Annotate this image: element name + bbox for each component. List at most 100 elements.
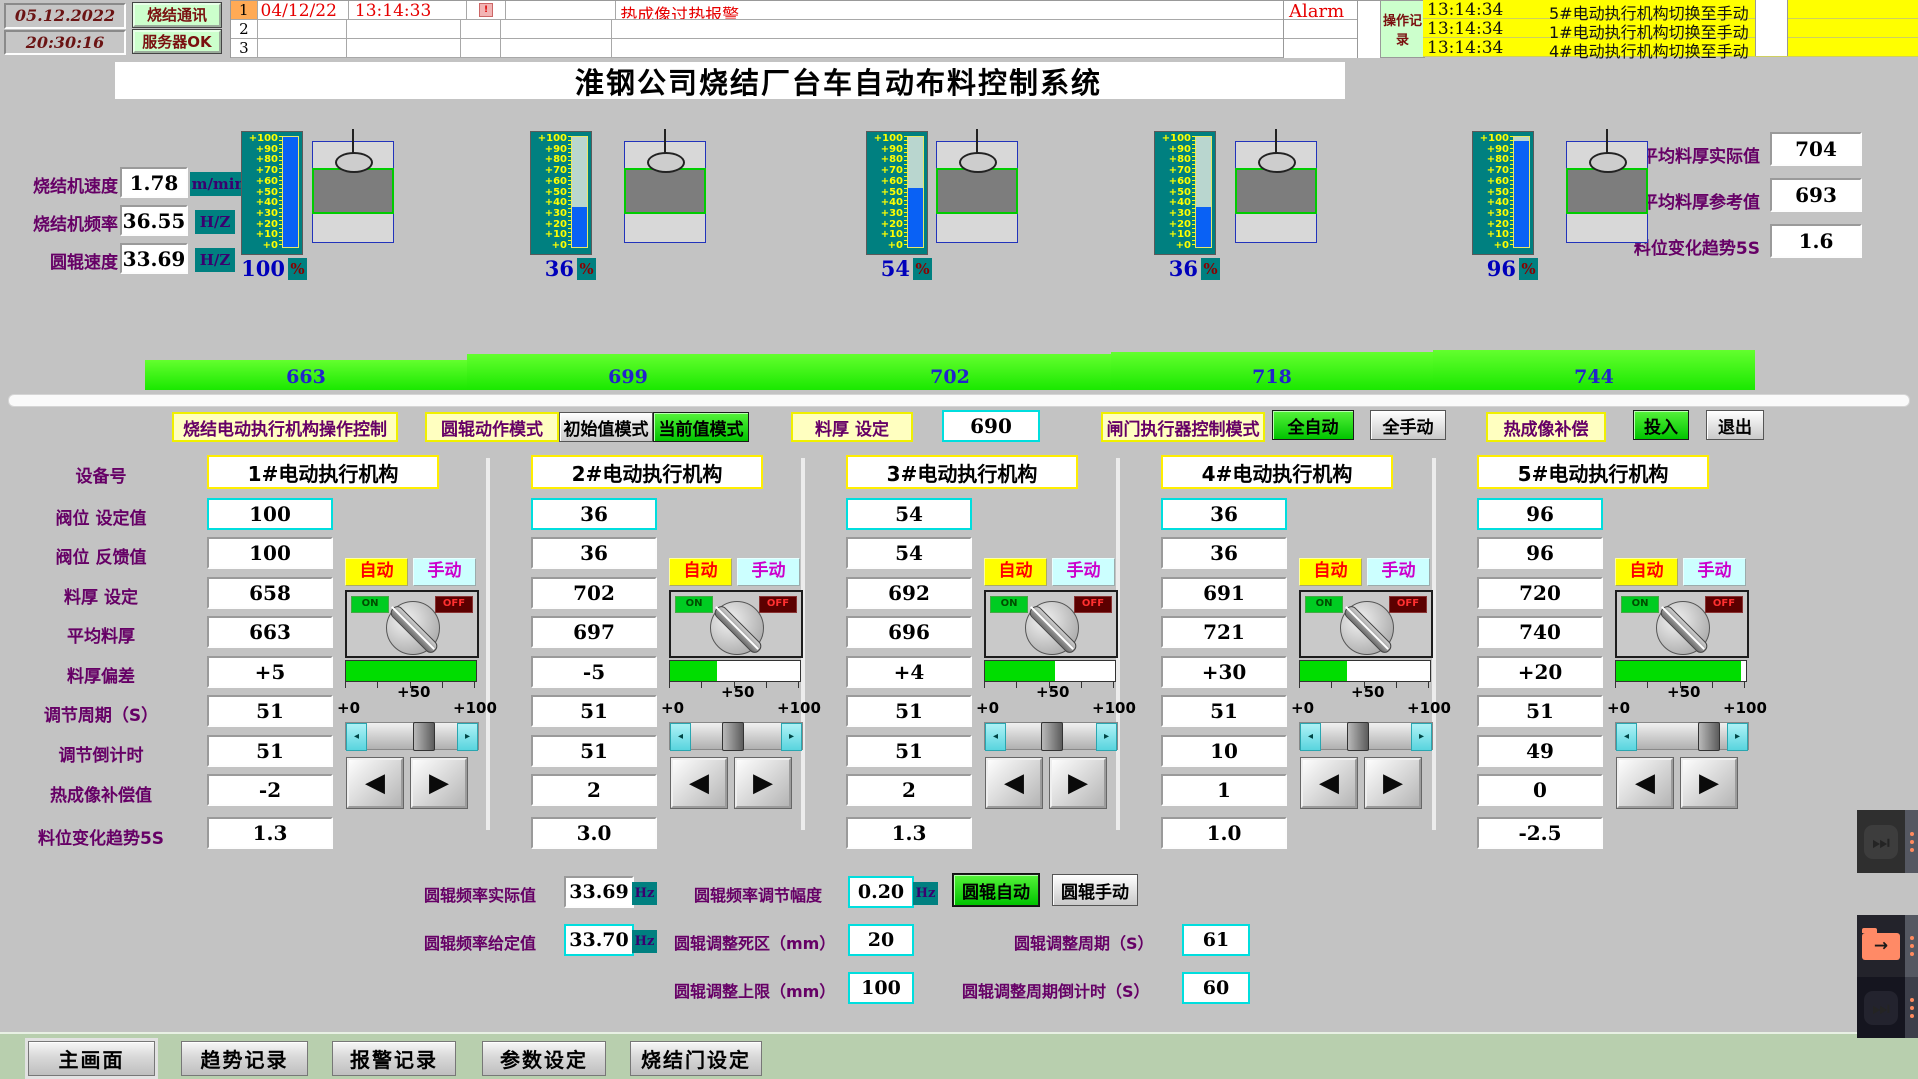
knob-icon[interactable] [386, 601, 440, 655]
full-auto-button[interactable]: 全自动 [1272, 410, 1354, 440]
device-column-3: 3#电动执行机构 54 54 692 696 +4 51 51 2 1.3 自动… [804, 452, 1119, 857]
roller-freq-set-input[interactable]: 33.70 [564, 924, 634, 956]
slider-left-arrow-icon[interactable]: ◂ [346, 723, 367, 751]
valve-slider[interactable]: ◂ ▸ [345, 722, 479, 750]
valve-slider[interactable]: ◂ ▸ [1615, 722, 1749, 750]
rotary-switch[interactable]: ON OFF [345, 590, 479, 658]
roller-freq-step-input[interactable]: 0.20 [848, 876, 914, 908]
valve-percent-5: 96 [1472, 256, 1516, 281]
hz-unit: Hz [632, 930, 657, 953]
auto-mode-button[interactable]: 自动 [345, 558, 408, 586]
nav-gate-setting-button[interactable]: 烧结门设定 [630, 1041, 762, 1076]
slider-left-arrow-icon[interactable]: ◂ [1616, 723, 1637, 751]
auto-mode-button[interactable]: 自动 [984, 558, 1047, 586]
knob-icon[interactable] [1656, 601, 1710, 655]
sinter-comm-button[interactable]: 烧结通讯 [133, 3, 221, 27]
slider-right-arrow-icon[interactable]: ▸ [1096, 723, 1117, 751]
full-manual-button[interactable]: 全手动 [1370, 410, 1446, 440]
valve-set-input[interactable]: 36 [1161, 498, 1287, 530]
roller-cycle-input[interactable]: 61 [1182, 924, 1250, 956]
init-mode-button[interactable]: 初始值模式 [559, 412, 653, 442]
drag-dots-icon[interactable] [1905, 977, 1918, 1038]
overlay-app-icon-top[interactable]: ⏭ [1857, 810, 1918, 873]
valve-feedback-value: 36 [1161, 537, 1287, 569]
manual-mode-button[interactable]: 手动 [1367, 558, 1430, 586]
overlay-app-icon-bottom[interactable]: ⏭ [1857, 977, 1918, 1038]
op-log-time: 13:14:34 [1423, 0, 1549, 18]
op-log-row[interactable]: 13:14:34 4#电动执行机构切换至手动 [1423, 38, 1918, 57]
rotary-switch[interactable]: ON OFF [1299, 590, 1433, 658]
step-close-button[interactable]: ◀ [671, 758, 727, 808]
server-ok-button[interactable]: 服务器OK [133, 30, 221, 53]
auto-mode-button[interactable]: 自动 [1299, 558, 1362, 586]
nav-trend-log-button[interactable]: 趋势记录 [181, 1041, 308, 1076]
knob-icon[interactable] [710, 601, 764, 655]
op-log-row[interactable]: 13:14:34 5#电动执行机构切换至手动 [1423, 0, 1918, 19]
slider-right-arrow-icon[interactable]: ▸ [1727, 723, 1748, 751]
step-close-button[interactable]: ◀ [1617, 758, 1673, 808]
valve-percent-3: 54 [866, 256, 910, 281]
slider-handle[interactable] [1041, 722, 1063, 751]
thickness-set-input[interactable]: 690 [942, 410, 1040, 442]
roller-speed-value: 33.69 [120, 243, 188, 274]
slider-left-arrow-icon[interactable]: ◂ [1300, 723, 1321, 751]
exit-button[interactable]: 退出 [1706, 410, 1764, 440]
drag-dots-icon[interactable] [1905, 810, 1918, 873]
time-display: 20:30:16 [4, 30, 126, 55]
alarm-row[interactable]: 3 [231, 39, 1284, 58]
roller-auto-button[interactable]: 圆辊自动 [953, 874, 1039, 906]
rotary-switch[interactable]: ON OFF [669, 590, 803, 658]
knob-icon[interactable] [1340, 601, 1394, 655]
alarm-row[interactable]: 2 [231, 20, 1284, 39]
manual-mode-button[interactable]: 手动 [737, 558, 800, 586]
knob-icon[interactable] [1025, 601, 1079, 655]
valve-set-input[interactable]: 36 [531, 498, 657, 530]
rotary-switch[interactable]: ON OFF [984, 590, 1118, 658]
rotary-switch[interactable]: ON OFF [1615, 590, 1749, 658]
step-close-button[interactable]: ◀ [347, 758, 403, 808]
valve-slider[interactable]: ◂ ▸ [669, 722, 803, 750]
valve-gauge-2: +100 +90 +80 +70 +60 +50 +40 +30 +20 +10… [530, 131, 592, 255]
step-close-button[interactable]: ◀ [1301, 758, 1357, 808]
countdown-value: 49 [1477, 735, 1603, 767]
slider-handle[interactable] [722, 722, 744, 751]
slider-left-arrow-icon[interactable]: ◂ [985, 723, 1006, 751]
op-log-row[interactable]: 13:14:34 1#电动执行机构切换至手动 [1423, 19, 1918, 38]
step-open-button[interactable]: ▶ [1365, 758, 1421, 808]
step-open-button[interactable]: ▶ [735, 758, 791, 808]
drag-dots-icon[interactable] [1905, 915, 1918, 977]
step-open-button[interactable]: ▶ [1050, 758, 1106, 808]
roller-manual-button[interactable]: 圆辊手动 [1052, 874, 1138, 906]
roller-upper-limit-input[interactable]: 100 [848, 972, 914, 1004]
current-mode-button[interactable]: 当前值模式 [653, 412, 749, 442]
step-close-button[interactable]: ◀ [986, 758, 1042, 808]
valve-set-input[interactable]: 54 [846, 498, 972, 530]
auto-mode-button[interactable]: 自动 [1615, 558, 1678, 586]
roller-deadzone-input[interactable]: 20 [848, 924, 914, 956]
valve-slider[interactable]: ◂ ▸ [1299, 722, 1433, 750]
manual-mode-button[interactable]: 手动 [1683, 558, 1746, 586]
nav-alarm-log-button[interactable]: 报警记录 [332, 1041, 456, 1076]
nav-main-screen-button[interactable]: 主画面 [28, 1041, 155, 1076]
slider-left-arrow-icon[interactable]: ◂ [670, 723, 691, 751]
step-open-button[interactable]: ▶ [411, 758, 467, 808]
valve-set-input[interactable]: 100 [207, 498, 333, 530]
slider-handle[interactable] [413, 722, 435, 751]
slider-right-arrow-icon[interactable]: ▸ [1411, 723, 1432, 751]
slider-right-arrow-icon[interactable]: ▸ [457, 723, 478, 751]
avg-thickness-actual-value: 704 [1770, 132, 1862, 166]
overlay-folder-shortcut[interactable]: → [1857, 915, 1918, 977]
valve-slider[interactable]: ◂ ▸ [984, 722, 1118, 750]
step-open-button[interactable]: ▶ [1681, 758, 1737, 808]
auto-mode-button[interactable]: 自动 [669, 558, 732, 586]
alarm-row[interactable]: 1 04/12/22 13:14:33 ! 热成像过热报警 [231, 1, 1284, 20]
valve-set-input[interactable]: 96 [1477, 498, 1603, 530]
nav-param-setting-button[interactable]: 参数设定 [482, 1041, 606, 1076]
engage-button[interactable]: 投入 [1633, 410, 1689, 440]
trend-value: 1.0 [1161, 817, 1287, 849]
slider-handle[interactable] [1347, 722, 1369, 751]
slider-handle[interactable] [1698, 722, 1720, 751]
slider-right-arrow-icon[interactable]: ▸ [781, 723, 802, 751]
manual-mode-button[interactable]: 手动 [1052, 558, 1115, 586]
manual-mode-button[interactable]: 手动 [413, 558, 476, 586]
